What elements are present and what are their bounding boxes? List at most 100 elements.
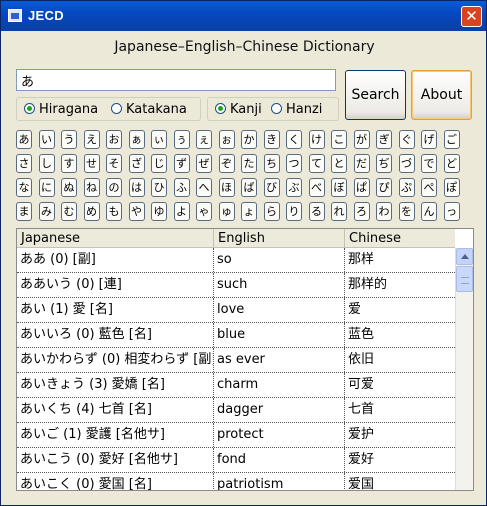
kana-key[interactable]: ゆ	[151, 202, 167, 221]
column-header-japanese[interactable]: Japanese	[17, 229, 214, 247]
kana-key[interactable]: づ	[398, 154, 415, 173]
kana-key[interactable]: へ	[196, 178, 212, 197]
scroll-thumb[interactable]	[456, 266, 473, 292]
kana-key[interactable]: ば	[241, 178, 257, 197]
kana-key[interactable]: ほ	[218, 178, 235, 197]
search-button[interactable]: Search	[345, 70, 406, 120]
kana-key[interactable]: げ	[421, 130, 437, 149]
table-row[interactable]: あいかわらず (0) 相変わらず [副] as ever 依旧	[17, 348, 455, 373]
kana-key[interactable]: え	[83, 130, 100, 149]
kana-key[interactable]: さ	[16, 154, 32, 173]
kana-key[interactable]: よ	[173, 202, 190, 221]
kana-key[interactable]: ん	[421, 202, 437, 221]
kana-key[interactable]: ぎ	[376, 130, 392, 149]
kana-key[interactable]: に	[38, 178, 55, 197]
kana-key[interactable]: め	[83, 202, 100, 221]
vertical-scrollbar[interactable]	[455, 248, 473, 490]
kana-key[interactable]: そ	[106, 154, 122, 173]
table-row[interactable]: あいこう (0) 愛好 [名他サ] fond 爱好	[17, 448, 455, 473]
kana-key[interactable]: け	[308, 130, 325, 149]
kana-key[interactable]: き	[263, 130, 280, 149]
kana-key[interactable]: ざ	[128, 154, 145, 173]
kana-key[interactable]: ゃ	[196, 202, 212, 221]
kana-key[interactable]: ぬ	[61, 178, 77, 197]
kana-key[interactable]: て	[308, 154, 325, 173]
kana-key[interactable]: わ	[376, 202, 392, 221]
kana-key[interactable]: は	[128, 178, 145, 197]
kana-key[interactable]: ふ	[173, 178, 190, 197]
kana-key[interactable]: ろ	[353, 202, 370, 221]
kana-key[interactable]: ね	[83, 178, 100, 197]
kana-key[interactable]: の	[106, 178, 122, 197]
radio-katakana[interactable]: Katakana	[111, 102, 187, 117]
kana-key[interactable]: り	[286, 202, 302, 221]
table-row[interactable]: あいこく (0) 愛国 [名] patriotism 爱国	[17, 473, 455, 490]
kana-key[interactable]: あ	[16, 130, 32, 149]
title-bar[interactable]: JECD ✕	[1, 1, 486, 31]
close-button[interactable]: ✕	[461, 6, 482, 27]
kana-key[interactable]: こ	[331, 130, 347, 149]
kana-key[interactable]: も	[106, 202, 122, 221]
kana-key[interactable]: ぢ	[376, 154, 392, 173]
kana-key[interactable]: っ	[443, 202, 460, 221]
kana-key[interactable]: す	[61, 154, 77, 173]
kana-key[interactable]: し	[38, 154, 55, 173]
kana-key[interactable]: じ	[151, 154, 167, 173]
kana-key[interactable]: ず	[173, 154, 190, 173]
table-row[interactable]: あい (1) 愛 [名] love 爱	[17, 298, 455, 323]
kana-key[interactable]: ぼ	[331, 178, 347, 197]
kana-key[interactable]: い	[38, 130, 55, 149]
kana-key[interactable]: る	[308, 202, 325, 221]
about-button[interactable]: About	[411, 70, 472, 120]
kana-key[interactable]: つ	[286, 154, 302, 173]
kana-key[interactable]: む	[61, 202, 77, 221]
kana-key[interactable]: ぶ	[286, 178, 302, 197]
kana-key[interactable]: な	[16, 178, 32, 197]
kana-key[interactable]: ぁ	[128, 130, 145, 149]
kana-key[interactable]: せ	[83, 154, 100, 173]
table-row[interactable]: あいいろ (0) 藍色 [名] blue 蓝色	[17, 323, 455, 348]
kana-key[interactable]: ぃ	[151, 130, 167, 149]
kana-key[interactable]: ら	[263, 202, 280, 221]
kana-key[interactable]: ぇ	[196, 130, 212, 149]
kana-key[interactable]: ま	[16, 202, 32, 221]
kana-key[interactable]: ぞ	[218, 154, 235, 173]
kana-key[interactable]: ぽ	[443, 178, 460, 197]
table-row[interactable]: ああ (0) [副] so 那样	[17, 248, 455, 273]
table-row[interactable]: あいご (1) 愛護 [名他サ] protect 爱护	[17, 423, 455, 448]
radio-hanzi[interactable]: Hanzi	[271, 102, 322, 117]
kana-key[interactable]: ゅ	[218, 202, 235, 221]
kana-key[interactable]: や	[128, 202, 145, 221]
kana-key[interactable]: で	[421, 154, 437, 173]
kana-key[interactable]: お	[106, 130, 122, 149]
kana-key[interactable]: と	[331, 154, 347, 173]
kana-key[interactable]: み	[38, 202, 55, 221]
table-row[interactable]: あいくち (4) 七首 [名] dagger 七首	[17, 398, 455, 423]
kana-key[interactable]: ぺ	[421, 178, 437, 197]
kana-key[interactable]: く	[286, 130, 302, 149]
search-input[interactable]	[16, 69, 336, 91]
kana-key[interactable]: ぷ	[398, 178, 415, 197]
kana-key[interactable]: ぉ	[218, 130, 235, 149]
radio-kanji[interactable]: Kanji	[215, 102, 262, 117]
table-row[interactable]: あいきょう (3) 愛嬌 [名] charm 可爱	[17, 373, 455, 398]
kana-key[interactable]: か	[241, 130, 257, 149]
kana-key[interactable]: ひ	[151, 178, 167, 197]
kana-key[interactable]: ぅ	[173, 130, 190, 149]
table-row[interactable]: ああいう (0) [連] such 那样的	[17, 273, 455, 298]
kana-key[interactable]: た	[241, 154, 257, 173]
kana-key[interactable]: を	[398, 202, 415, 221]
kana-key[interactable]: び	[263, 178, 280, 197]
column-header-chinese[interactable]: Chinese	[345, 229, 455, 247]
kana-key[interactable]: ぐ	[398, 130, 415, 149]
kana-key[interactable]: れ	[331, 202, 347, 221]
kana-key[interactable]: ご	[443, 130, 460, 149]
kana-key[interactable]: が	[353, 130, 370, 149]
kana-key[interactable]: ぜ	[196, 154, 212, 173]
kana-key[interactable]: う	[61, 130, 77, 149]
kana-key[interactable]: ぱ	[353, 178, 370, 197]
kana-key[interactable]: だ	[353, 154, 370, 173]
kana-key[interactable]: ぴ	[376, 178, 392, 197]
kana-key[interactable]: ょ	[241, 202, 257, 221]
kana-key[interactable]: べ	[308, 178, 325, 197]
